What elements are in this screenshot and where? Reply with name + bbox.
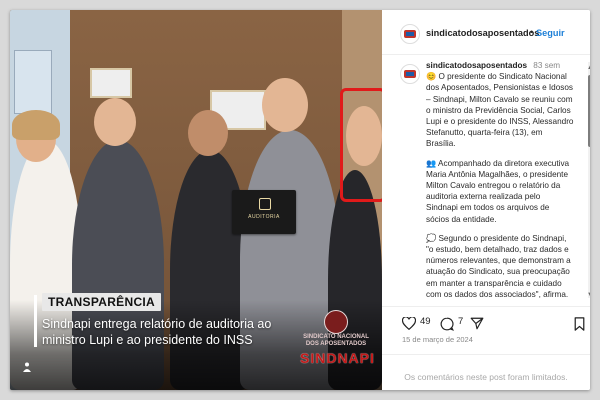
caption-paragraph: 😊 O presidente do Sindicato Nacional dos… <box>426 72 574 149</box>
share-send-icon[interactable] <box>470 317 484 330</box>
caption-avatar[interactable] <box>400 64 420 84</box>
post-caption: sindicatodosaposentados 83 sem 😊 O presi… <box>426 60 574 308</box>
likes-count[interactable]: 49 <box>420 316 431 327</box>
person-head <box>188 110 228 156</box>
caption-paragraph: 👥 Acompanhado da diretora executiva Mari… <box>426 158 570 224</box>
comments-count[interactable]: 7 <box>458 316 463 327</box>
comments-divider <box>382 354 590 355</box>
caption-scrollbar-thumb[interactable] <box>588 75 590 147</box>
audit-box-label: AUDITORIA <box>248 214 280 220</box>
report-emblem-icon <box>259 198 271 210</box>
post-header: sindicatodosaposentados • Seguir <box>382 10 590 55</box>
scroll-down-arrow-icon[interactable]: ▼ <box>587 292 590 298</box>
scroll-up-arrow-icon[interactable]: ▲ <box>587 65 590 71</box>
tag-accent-line <box>34 295 37 347</box>
category-tag: TRANSPARÊNCIA <box>42 293 162 311</box>
highlight-red-box <box>340 88 382 202</box>
person-head <box>94 98 136 146</box>
logo-text: SINDNAPI <box>300 350 375 366</box>
tagged-user-icon[interactable] <box>23 362 31 372</box>
caption-time: 83 sem <box>533 61 561 70</box>
post-photo[interactable]: AUDITORIA TRANSPARÊNCIA Sindnapi entrega… <box>10 10 382 390</box>
post-headline: Sindnapi entrega relatório de auditoria … <box>42 317 272 347</box>
post-actions: 49 7 <box>402 314 585 336</box>
logo-subtext: SINDICATO NACIONAL DOS APOSENTADOS <box>303 334 369 347</box>
like-heart-icon[interactable] <box>402 317 416 330</box>
person-hair <box>12 110 60 140</box>
sindnapi-logo: SINDICATO NACIONAL DOS APOSENTADOS SINDN… <box>300 310 375 366</box>
audit-report-box: AUDITORIA <box>232 190 296 234</box>
caption-scroll-area[interactable]: sindicatodosaposentados 83 sem 😊 O presi… <box>382 60 590 310</box>
header-username[interactable]: sindicatodosaposentados <box>426 28 539 38</box>
follow-button[interactable]: Seguir <box>536 28 565 38</box>
sindnapi-emblem-icon <box>324 310 348 334</box>
comments-limited-notice: Os comentários neste post foram limitado… <box>404 372 568 382</box>
actions-divider <box>382 306 590 307</box>
post-date: 15 de março de 2024 <box>402 335 473 344</box>
account-avatar[interactable] <box>400 24 420 44</box>
comment-bubble-icon[interactable] <box>440 317 454 331</box>
photo-certificate-frame <box>90 68 132 98</box>
person-head <box>262 78 308 132</box>
caption-paragraph: 💭 Segundo o presidente do Sindnapi, "o e… <box>426 233 571 299</box>
save-bookmark-icon[interactable] <box>574 317 585 331</box>
header-separator: • <box>530 27 534 37</box>
photo-poster <box>14 50 52 114</box>
instagram-post-window: AUDITORIA TRANSPARÊNCIA Sindnapi entrega… <box>10 10 590 390</box>
caption-username[interactable]: sindicatodosaposentados <box>426 61 527 70</box>
